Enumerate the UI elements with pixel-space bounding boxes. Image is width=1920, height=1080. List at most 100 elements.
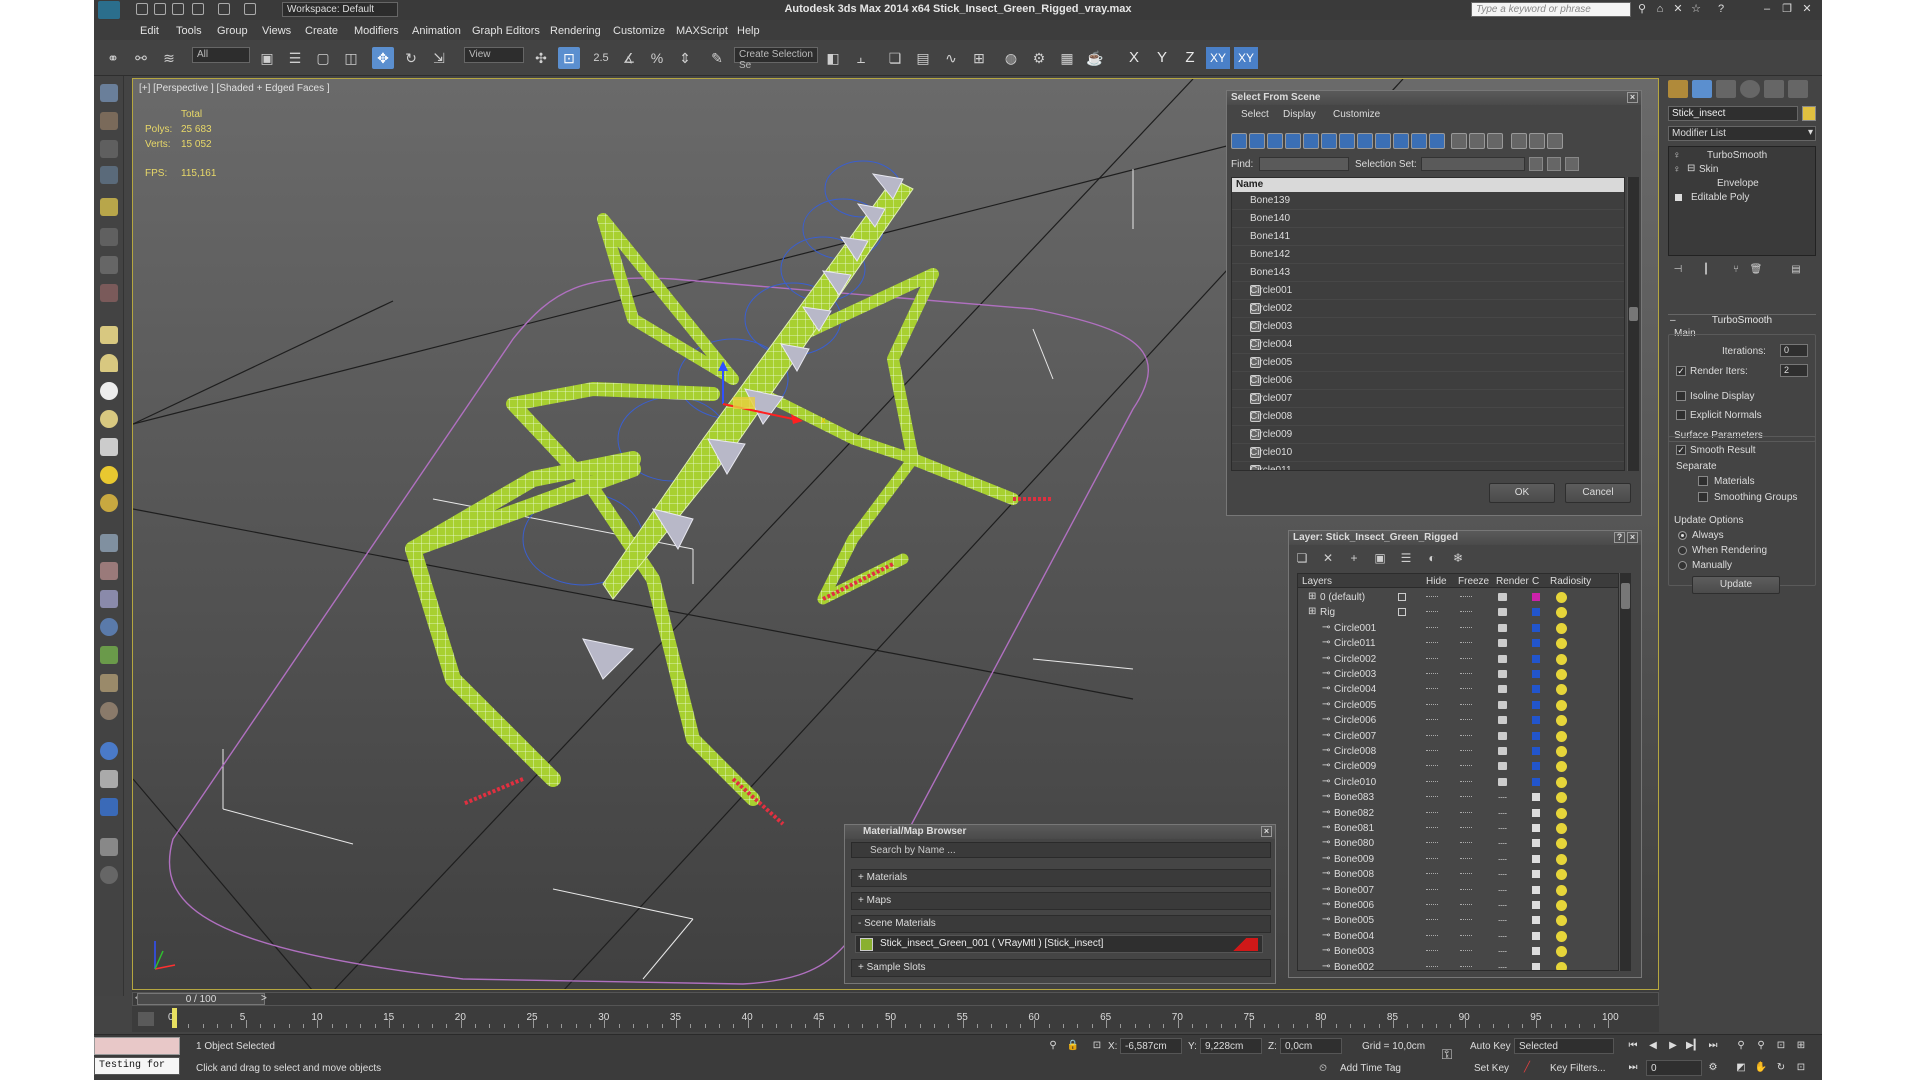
render-toggle-icon[interactable] [1498,966,1507,968]
restore-icon[interactable]: ❐ [1780,2,1794,16]
remove-selection-set-icon[interactable] [1565,157,1579,171]
sound-icon[interactable] [100,702,118,720]
zoom-icon[interactable]: ⚲ [1734,1039,1748,1053]
freeze-toggle[interactable] [1460,857,1472,860]
render-toggle-icon[interactable] [1498,685,1507,694]
stack-item-editable-poly[interactable]: Editable Poly [1669,191,1815,205]
absolute-mode-icon[interactable]: ⊡ [1090,1039,1104,1053]
modifier-list-dropdown[interactable]: Modifier List ▾ [1668,126,1816,141]
pan-icon[interactable]: ✋ [1754,1061,1768,1075]
radiosity-icon[interactable] [1556,622,1567,634]
question-icon[interactable] [100,866,118,884]
object-icon[interactable]: ⊸ [1322,622,1330,633]
freeze-toggle[interactable] [1460,780,1472,783]
time-slider-next-icon[interactable]: > [261,993,267,1004]
hide-toggle[interactable] [1426,827,1438,829]
zoom-all-icon[interactable]: ⚲ [1754,1039,1768,1053]
hide-toggle[interactable] [1426,688,1438,690]
binoculars-icon[interactable]: ⚲ [1635,2,1649,16]
stack-item-envelope[interactable]: Envelope [1669,177,1815,191]
object-icon[interactable]: ⊸ [1322,945,1330,956]
edit-selection-set-icon[interactable] [1529,157,1543,171]
list-item[interactable]: Circle003 [1232,318,1624,336]
table-row[interactable]: ⊸ Bone007 [1298,883,1618,898]
layer-color-swatch[interactable] [1532,931,1540,940]
materials-checkbox[interactable] [1698,476,1708,486]
reference-coord-dropdown[interactable]: View [464,47,524,63]
layer-color-swatch[interactable] [1532,731,1540,740]
time-slider-trackbar[interactable]: < 0 / 100 > 0510152025303540455055606570… [132,990,1659,1032]
selection-lock-icon[interactable]: 🔒 [1066,1039,1080,1053]
table-row[interactable]: ⊸ Bone009 [1298,852,1618,867]
create-layer-icon[interactable]: ❏ [1293,549,1311,567]
subscription-icon[interactable]: ⌂ [1653,2,1667,16]
go-to-start-icon[interactable]: ⏮ [1626,1039,1640,1053]
render-toggle-icon[interactable] [1498,608,1507,617]
favorites-icon[interactable]: ☆ [1689,2,1703,16]
radiosity-icon[interactable] [1556,869,1567,881]
named-selection-dropdown[interactable]: Create Selection Se [734,47,818,71]
tree-icon[interactable] [100,646,118,664]
render-setup-icon[interactable]: ⚙ [1028,47,1050,69]
table-row[interactable]: ⊞ 0 (default) [1298,590,1618,605]
render-toggle-icon[interactable] [1498,797,1507,799]
print-icon[interactable] [100,838,118,856]
radiosity-icon[interactable] [1556,638,1567,650]
time-config-icon[interactable]: ⚙ [1706,1061,1720,1075]
freeze-toggle[interactable] [1460,734,1472,737]
hide-toggle[interactable] [1426,857,1438,860]
object-icon[interactable]: ⊸ [1322,899,1330,910]
menu-graph-editors[interactable]: Graph Editors [472,25,540,37]
table-row[interactable]: ⊸ Bone006 [1298,898,1618,913]
teapot-icon[interactable] [100,84,118,102]
render-toggle-icon[interactable] [1498,731,1507,740]
table-row[interactable]: ⊸ Circle006 [1298,713,1618,728]
render-toggle-icon[interactable] [1498,843,1507,845]
freeze-toggle[interactable] [1460,965,1472,968]
sfs-menu-display[interactable]: Display [1283,109,1316,120]
maps-section[interactable]: + Maps [851,892,1271,910]
layer-color-swatch[interactable] [1532,639,1540,648]
hide-toggle[interactable] [1426,780,1438,783]
filter-bones-icon[interactable] [1375,133,1391,149]
menu-group[interactable]: Group [217,25,248,37]
object-icon[interactable]: ⊸ [1322,653,1330,664]
materials-section[interactable]: + Materials [851,869,1271,887]
render-toggle-icon[interactable] [1498,935,1507,937]
stack-item-turbosmooth[interactable]: ♀ TurboSmooth [1669,149,1815,163]
auto-key-button[interactable]: Auto Key [1470,1041,1511,1052]
table-row[interactable]: ⊸ Circle009 [1298,759,1618,774]
when-rendering-radio[interactable] [1678,546,1687,555]
hide-toggle[interactable] [1426,626,1438,629]
table-row[interactable]: ⊸ Circle001 [1298,621,1618,636]
radiosity-icon[interactable] [1556,761,1567,773]
layer-color-swatch[interactable] [1532,670,1540,678]
freeze-toggle[interactable] [1460,750,1472,752]
key-mode-toggle-icon[interactable]: ⏭ [1626,1061,1640,1075]
freeze-toggle[interactable] [1460,919,1472,921]
hierarchy-tab-icon[interactable] [1716,80,1736,98]
add-selection-set-icon[interactable] [1547,157,1561,171]
render-toggle-icon[interactable] [1498,920,1507,922]
freeze-toggle[interactable] [1460,611,1472,613]
select-all-icon[interactable] [1451,133,1467,149]
key-icon[interactable]: ⚿ [1440,1047,1454,1061]
snaps-toggle-icon[interactable]: 2.5 [590,47,612,69]
object-name-field[interactable]: Stick_insect [1668,106,1798,121]
percent-snap-icon[interactable]: % [646,47,668,69]
spinner-snap-icon[interactable]: ⇕ [674,47,696,69]
color-column[interactable]: C [1532,576,1539,587]
layer-color-swatch[interactable] [1532,747,1540,755]
freeze-all-layers-icon[interactable]: ❄ [1449,549,1467,567]
scene-materials-section[interactable]: - Scene Materials [851,915,1271,933]
bone-icon[interactable] [100,562,118,580]
sun-icon[interactable] [100,466,118,484]
hide-toggle[interactable] [1426,734,1438,737]
filter-spacewarps-icon[interactable] [1321,133,1337,149]
name-column-header[interactable]: Name [1232,178,1624,192]
orbit-icon[interactable]: ↻ [1774,1061,1788,1075]
filter-containers-icon[interactable] [1393,133,1409,149]
freeze-toggle[interactable] [1460,873,1472,875]
object-icon[interactable]: ⊸ [1322,914,1330,925]
object-icon[interactable]: ⊸ [1322,699,1330,710]
